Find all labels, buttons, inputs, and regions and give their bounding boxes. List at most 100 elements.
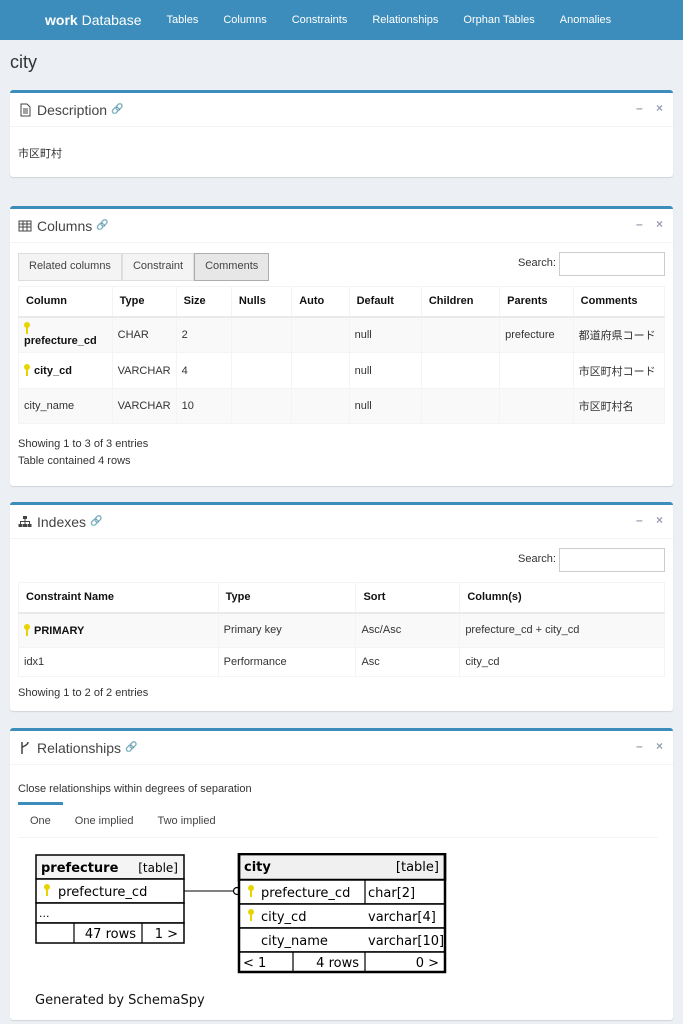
nav-anomalies[interactable]: Anomalies bbox=[560, 14, 611, 26]
child-col-type: char[2] bbox=[368, 886, 415, 901]
nav-columns[interactable]: Columns bbox=[223, 14, 266, 26]
cell-default: null bbox=[348, 352, 422, 389]
description-text: 市区町村 bbox=[18, 148, 62, 160]
indexes-header: Indexes 🔗 – × bbox=[10, 505, 673, 539]
cell-size: 10 bbox=[175, 388, 232, 424]
idx-header-type[interactable]: Type bbox=[217, 582, 357, 614]
table-icon bbox=[18, 220, 32, 231]
nav-constraints[interactable]: Constraints bbox=[292, 14, 348, 26]
cell-sort: Asc/Asc bbox=[355, 612, 461, 648]
link-icon[interactable]: 🔗 bbox=[90, 516, 102, 527]
child-col-type: varchar[10] bbox=[368, 934, 444, 949]
collapse-icon[interactable]: – bbox=[636, 101, 643, 115]
col-header-default[interactable]: Default bbox=[348, 286, 422, 318]
search-input[interactable] bbox=[559, 252, 665, 276]
brand-link[interactable]: work Database bbox=[45, 12, 142, 28]
idx-header-name[interactable]: Constraint Name bbox=[18, 582, 219, 614]
cell-type: CHAR bbox=[111, 316, 177, 353]
idx-header-columns[interactable]: Column(s) bbox=[459, 582, 665, 614]
cell-auto bbox=[291, 388, 350, 424]
cell-type: Primary key bbox=[217, 612, 357, 648]
nav-tables[interactable]: Tables bbox=[167, 14, 199, 26]
col-header-type[interactable]: Type bbox=[111, 286, 177, 318]
related-columns-button[interactable]: Related columns bbox=[18, 253, 122, 281]
cell-constraint-name: idx1 bbox=[18, 647, 219, 677]
indexes-table: Constraint Name Type Sort Column(s) PRIM… bbox=[18, 582, 665, 677]
tab-two-implied[interactable]: Two implied bbox=[146, 802, 228, 837]
col-header-parents[interactable]: Parents bbox=[499, 286, 574, 318]
parent-table-prefecture[interactable]: prefecture [table] prefecture_cd ... 47 … bbox=[35, 854, 185, 944]
table-row: city_cd VARCHAR 4 null 市区町村コード bbox=[18, 352, 666, 389]
cell-constraint-name: PRIMARY bbox=[34, 624, 85, 637]
tab-one-implied[interactable]: One implied bbox=[63, 802, 146, 837]
description-box: Description 🔗 – × 市区町村 bbox=[10, 90, 673, 177]
link-icon[interactable]: 🔗 bbox=[111, 104, 123, 115]
child-col-type: varchar[4] bbox=[368, 910, 436, 925]
nav-relationships[interactable]: Relationships bbox=[372, 14, 438, 26]
col-header-column[interactable]: Column bbox=[18, 286, 113, 318]
cell-sort: Asc bbox=[355, 647, 461, 677]
table-row: idx1 Performance Asc city_cd bbox=[18, 647, 665, 677]
columns-table: Column Type Size Nulls Auto Default Chil… bbox=[18, 286, 666, 424]
cell-children bbox=[420, 388, 501, 424]
primary-key-icon bbox=[24, 364, 30, 376]
col-header-auto[interactable]: Auto bbox=[291, 286, 350, 318]
tab-one[interactable]: One bbox=[18, 802, 63, 837]
collapse-icon[interactable]: – bbox=[636, 513, 643, 527]
cell-type: VARCHAR bbox=[111, 388, 177, 424]
cell-size: 2 bbox=[175, 316, 232, 353]
parent-table-children: 1 > bbox=[155, 927, 178, 942]
table-row: city_name VARCHAR 10 null 市区町村名 bbox=[18, 388, 666, 424]
cell-nulls bbox=[230, 316, 293, 353]
search-input[interactable] bbox=[559, 548, 665, 572]
child-table-parents: < 1 bbox=[243, 956, 266, 971]
columns-title: Columns bbox=[37, 217, 93, 234]
child-table-kind: [table] bbox=[396, 860, 439, 875]
child-table-rows: 4 rows bbox=[316, 956, 359, 971]
indexes-info: Showing 1 to 2 of 2 entries bbox=[18, 687, 149, 699]
cell-comments: 都道府県コード bbox=[572, 316, 666, 353]
child-table-name: city bbox=[244, 860, 271, 875]
close-icon[interactable]: × bbox=[656, 513, 663, 527]
collapse-icon[interactable]: – bbox=[636, 217, 643, 231]
parent-link[interactable]: prefecture bbox=[499, 316, 574, 353]
columns-box: Columns 🔗 – × Related columns Constraint… bbox=[10, 206, 673, 486]
relationships-header: Relationships 🔗 – × bbox=[10, 731, 673, 765]
cell-children bbox=[420, 352, 501, 389]
cell-columns: prefecture_cd + city_cd bbox=[459, 612, 665, 648]
file-text-icon bbox=[20, 103, 31, 116]
cell-nulls bbox=[230, 352, 293, 389]
child-col-name: city_name bbox=[261, 934, 328, 949]
child-col-name: prefecture_cd bbox=[261, 886, 350, 901]
col-header-comments[interactable]: Comments bbox=[572, 286, 666, 318]
cell-comments: 市区町村名 bbox=[572, 388, 666, 424]
page-title: city bbox=[10, 52, 37, 72]
child-col-name: city_cd bbox=[261, 910, 306, 925]
cell-auto bbox=[291, 352, 350, 389]
columns-header: Columns 🔗 – × bbox=[10, 209, 673, 243]
relationships-box: Relationships 🔗 – × Close relationships … bbox=[10, 728, 673, 1020]
link-icon[interactable]: 🔗 bbox=[96, 220, 108, 231]
cell-children bbox=[420, 316, 501, 353]
parent-table-name: prefecture bbox=[41, 861, 119, 876]
close-icon[interactable]: × bbox=[656, 739, 663, 753]
relationships-caption: Close relationships within degrees of se… bbox=[18, 783, 252, 795]
description-title: Description bbox=[37, 101, 108, 118]
generated-by-label: Generated by SchemaSpy bbox=[35, 993, 205, 1008]
close-icon[interactable]: × bbox=[656, 101, 663, 115]
col-header-size[interactable]: Size bbox=[175, 286, 232, 318]
table-row: PRIMARY Primary key Asc/Asc prefecture_c… bbox=[18, 612, 665, 648]
link-icon[interactable]: 🔗 bbox=[125, 742, 137, 753]
col-header-children[interactable]: Children bbox=[420, 286, 501, 318]
idx-header-sort[interactable]: Sort bbox=[355, 582, 461, 614]
comments-button[interactable]: Comments bbox=[194, 253, 270, 281]
constraint-button[interactable]: Constraint bbox=[121, 253, 195, 281]
close-icon[interactable]: × bbox=[656, 217, 663, 231]
col-header-nulls[interactable]: Nulls bbox=[230, 286, 293, 318]
collapse-icon[interactable]: – bbox=[636, 739, 643, 753]
primary-key-icon bbox=[24, 623, 30, 636]
nav-orphan-tables[interactable]: Orphan Tables bbox=[463, 14, 534, 26]
primary-key-icon bbox=[24, 322, 30, 335]
parent-table-ellipsis: ... bbox=[39, 907, 50, 920]
child-table-city[interactable]: city [table] prefecture_cd char[2] city_… bbox=[237, 853, 447, 974]
